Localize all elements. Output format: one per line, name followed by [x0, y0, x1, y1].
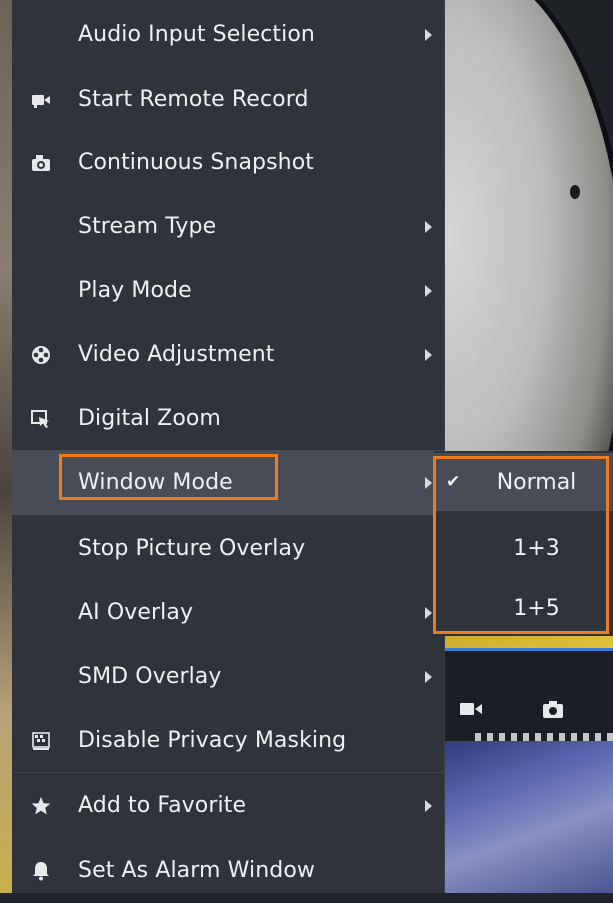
- submenu-arrow-icon: [425, 348, 432, 361]
- submenu-arrow-icon: [425, 220, 432, 233]
- menu-item-label: Start Remote Record: [78, 87, 309, 112]
- video-tile-bottom: [430, 741, 613, 893]
- menu-item-stop-picture-overlay[interactable]: Stop Picture Overlay: [12, 516, 444, 581]
- snapshot-icon[interactable]: [540, 698, 566, 720]
- submenu-arrow-icon: [425, 670, 432, 683]
- menu-item-label: AI Overlay: [78, 600, 194, 625]
- annotation-highlight-window-mode: [59, 454, 278, 500]
- window-toolbar: [430, 651, 613, 741]
- menu-item-stream-type[interactable]: Stream Type: [12, 194, 444, 259]
- star-icon: [28, 793, 54, 819]
- camera-icon: [28, 150, 54, 176]
- submenu-arrow-icon: [425, 284, 432, 297]
- submenu-arrow-icon: [425, 606, 432, 619]
- privacy-mask-icon: [28, 728, 54, 754]
- film-reel-icon: [28, 342, 54, 368]
- menu-item-disable-privacy-masking[interactable]: Disable Privacy Masking: [12, 708, 444, 773]
- menu-item-smd-overlay[interactable]: SMD Overlay: [12, 644, 444, 709]
- menu-item-label: Audio Input Selection: [78, 22, 315, 47]
- bell-icon: [28, 858, 54, 884]
- submenu-arrow-icon: [425, 476, 432, 489]
- menu-item-play-mode[interactable]: Play Mode: [12, 258, 444, 323]
- menu-item-label: SMD Overlay: [78, 664, 222, 689]
- scene-marker: [570, 185, 580, 199]
- menu-item-label: Stop Picture Overlay: [78, 536, 306, 561]
- annotation-highlight-submenu: [433, 456, 609, 634]
- osd-text-strip: [475, 733, 613, 741]
- menu-item-label: Add to Favorite: [78, 793, 247, 818]
- menu-item-label: Video Adjustment: [78, 342, 275, 367]
- submenu-arrow-icon: [425, 28, 432, 41]
- menu-item-video-adjustment[interactable]: Video Adjustment: [12, 322, 444, 387]
- menu-item-add-to-favorite[interactable]: Add to Favorite: [12, 773, 444, 838]
- record-icon[interactable]: [458, 698, 484, 720]
- menu-item-label: Digital Zoom: [78, 406, 221, 431]
- submenu-arrow-icon: [425, 799, 432, 812]
- menu-item-label: Play Mode: [78, 278, 192, 303]
- menu-item-start-remote-record[interactable]: Start Remote Record: [12, 67, 444, 132]
- menu-item-audio-input-selection[interactable]: Audio Input Selection: [12, 2, 444, 67]
- menu-item-digital-zoom[interactable]: Digital Zoom: [12, 386, 444, 451]
- menu-item-label: Set As Alarm Window: [78, 858, 315, 883]
- context-menu: Audio Input Selection Start Remote Recor…: [12, 0, 445, 893]
- menu-item-label: Continuous Snapshot: [78, 150, 314, 175]
- zoom-cursor-icon: [28, 406, 54, 432]
- menu-item-label: Disable Privacy Masking: [78, 728, 347, 753]
- menu-item-set-as-alarm-window[interactable]: Set As Alarm Window: [12, 838, 444, 903]
- menu-item-ai-overlay[interactable]: AI Overlay: [12, 580, 444, 645]
- menu-item-label: Stream Type: [78, 214, 217, 239]
- video-camera-icon: [28, 87, 54, 113]
- menu-item-continuous-snapshot[interactable]: Continuous Snapshot: [12, 130, 444, 195]
